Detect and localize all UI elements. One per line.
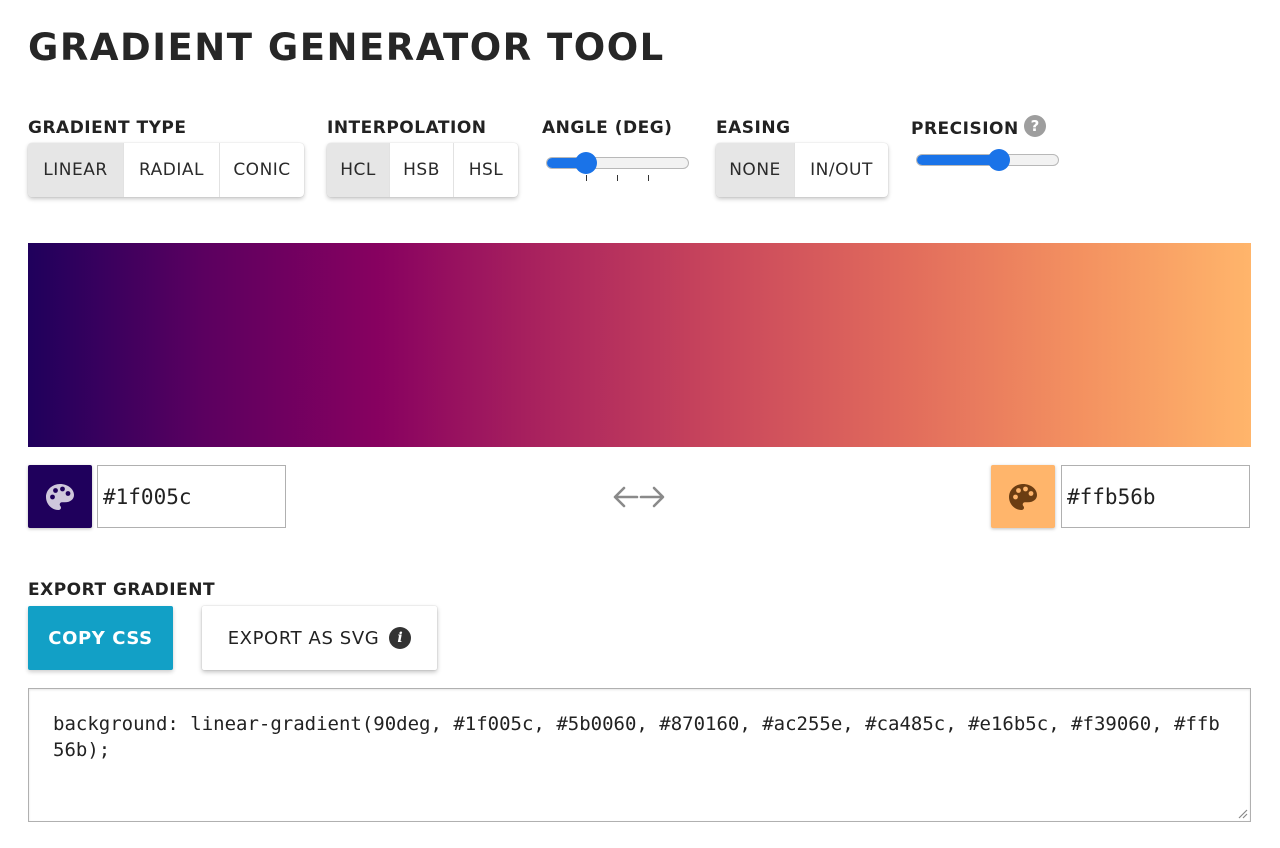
palette-icon	[1009, 483, 1037, 510]
gradient-type-linear-button[interactable]: LINEAR	[28, 143, 124, 197]
info-icon[interactable]: i	[389, 627, 412, 649]
page-title: GRADIENT GENERATOR TOOL	[28, 26, 665, 69]
css-output-textarea[interactable]: background: linear-gradient(90deg, #1f00…	[28, 688, 1251, 822]
palette-icon	[46, 483, 74, 510]
interpolation-label: INTERPOLATION	[327, 118, 487, 138]
question-circle-icon[interactable]: ?	[1024, 115, 1046, 137]
angle-slider-track[interactable]	[546, 157, 689, 169]
easing-label: EASING	[716, 118, 791, 138]
start-color-input[interactable]	[97, 465, 286, 528]
angle-tick	[617, 175, 618, 181]
easing-none-button[interactable]: NONE	[716, 143, 795, 197]
interpolation-hsl-button[interactable]: HSL	[454, 143, 518, 197]
start-color-swatch-button[interactable]	[28, 465, 92, 528]
precision-slider[interactable]	[916, 146, 1059, 176]
end-color-swatch-button[interactable]	[991, 465, 1055, 528]
interpolation-hsb-button[interactable]: HSB	[390, 143, 454, 197]
gradient-preview	[28, 243, 1251, 447]
angle-tick	[586, 175, 587, 181]
easing-group: NONE IN/OUT	[716, 143, 888, 197]
swap-arrows-icon[interactable]	[613, 484, 665, 510]
interpolation-hcl-button[interactable]: HCL	[327, 143, 390, 197]
interpolation-group: HCL HSB HSL	[327, 143, 518, 197]
angle-slider-thumb[interactable]	[575, 152, 598, 174]
angle-tick	[648, 175, 649, 181]
resize-grip-icon[interactable]	[1236, 807, 1248, 819]
easing-inout-button[interactable]: IN/OUT	[795, 143, 888, 197]
export-svg-button[interactable]: EXPORT AS SVG i	[202, 606, 437, 670]
end-color-input[interactable]	[1061, 465, 1250, 528]
export-gradient-label: EXPORT GRADIENT	[28, 580, 216, 600]
precision-label: PRECISION	[911, 119, 1019, 139]
precision-slider-thumb[interactable]	[987, 149, 1010, 171]
export-svg-label: EXPORT AS SVG	[227, 627, 380, 649]
angle-slider[interactable]	[546, 149, 689, 181]
gradient-type-group: LINEAR RADIAL CONIC	[28, 143, 304, 197]
angle-label: ANGLE (DEG)	[542, 118, 673, 138]
gradient-type-label: GRADIENT TYPE	[28, 118, 187, 138]
copy-css-label: COPY CSS	[48, 627, 153, 649]
gradient-type-radial-button[interactable]: RADIAL	[124, 143, 220, 197]
gradient-type-conic-button[interactable]: CONIC	[220, 143, 304, 197]
copy-css-button[interactable]: COPY CSS	[28, 606, 173, 670]
